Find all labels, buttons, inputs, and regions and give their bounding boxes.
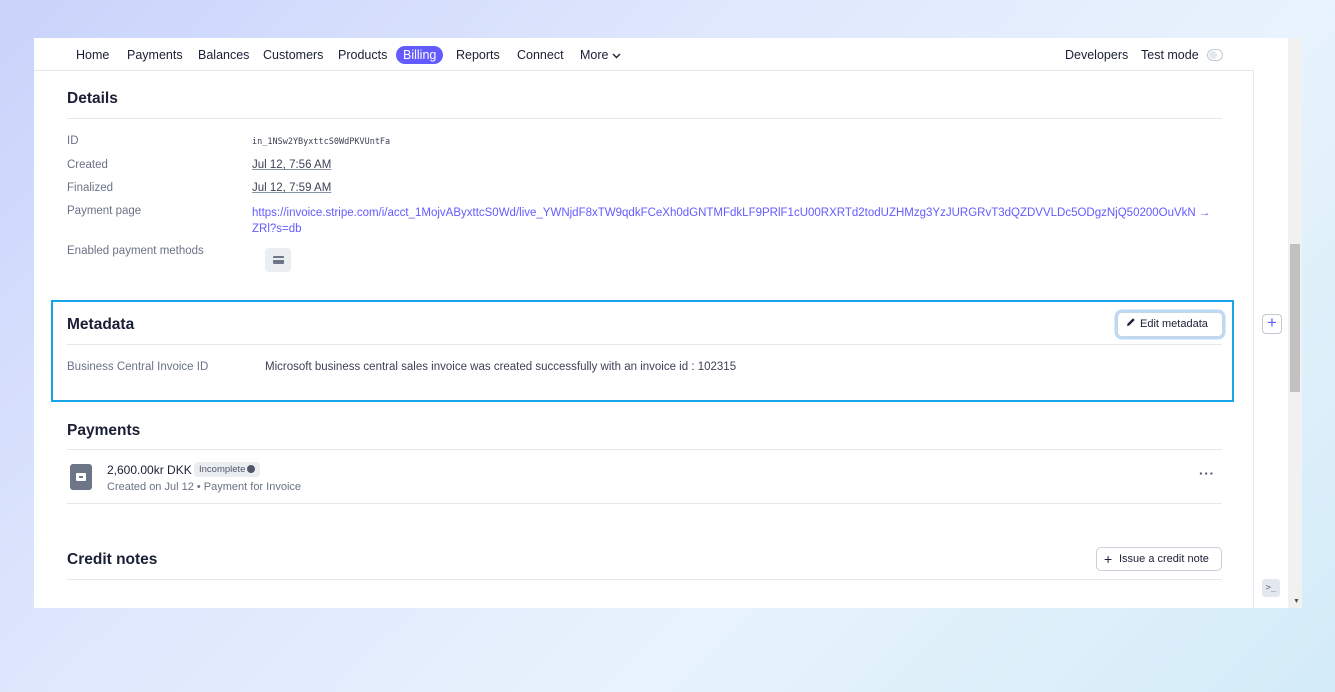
divider xyxy=(67,344,1222,345)
card-icon xyxy=(265,248,291,272)
payment-page-url-cont: ZRl?s=db xyxy=(252,223,302,235)
nav-more-label: More xyxy=(580,48,609,62)
payment-page-label: Payment page xyxy=(67,205,142,217)
nav-customers[interactable]: Customers xyxy=(263,48,323,62)
app-window: Home Payments Balances Customers Product… xyxy=(34,38,1302,608)
metadata-value: Microsoft business central sales invoice… xyxy=(265,361,737,373)
payment-amount[interactable]: 2,600.00kr DKK xyxy=(107,463,192,477)
finalized-label: Finalized xyxy=(67,182,114,194)
metadata-highlight xyxy=(51,300,1234,402)
test-mode-toggle[interactable] xyxy=(1207,49,1223,61)
plus-icon: + xyxy=(1104,551,1113,567)
payment-subtitle: Created on Jul 12 • Payment for Invoice xyxy=(107,481,302,493)
finalized-value[interactable]: Jul 12, 7:59 AM xyxy=(252,182,331,194)
nav-connect[interactable]: Connect xyxy=(517,48,564,62)
metadata-key: Business Central Invoice ID xyxy=(67,361,209,373)
created-label: Created xyxy=(67,159,108,171)
top-navigation: Home Payments Balances Customers Product… xyxy=(34,38,1254,71)
edit-metadata-label: Edit metadata xyxy=(1140,318,1208,330)
nav-developers[interactable]: Developers xyxy=(1065,48,1128,62)
divider xyxy=(67,503,1222,504)
toggle-knob xyxy=(1209,51,1217,59)
id-label: ID xyxy=(67,135,79,147)
payment-methods-label: Enabled payment methods xyxy=(67,245,204,257)
details-title: Details xyxy=(67,90,118,107)
chevron-down-icon xyxy=(612,48,621,62)
nav-balances[interactable]: Balances xyxy=(198,48,249,62)
scroll-down-icon[interactable]: ▼ xyxy=(1293,598,1300,605)
divider xyxy=(67,579,1222,580)
credit-notes-title: Credit notes xyxy=(67,551,158,568)
right-rail-divider xyxy=(1253,71,1254,608)
clock-icon xyxy=(247,465,256,473)
divider xyxy=(67,449,1222,450)
payment-card-icon xyxy=(70,464,92,490)
status-badge-label: Incomplete xyxy=(199,464,246,475)
edit-metadata-button[interactable]: Edit metadata xyxy=(1117,312,1223,337)
payment-page-url: https://invoice.stripe.com/i/acct_1MojvA… xyxy=(252,207,1211,219)
id-value: in_1NSw2YByxttcS0WdPKVUntFa xyxy=(252,137,391,147)
terminal-icon[interactable]: >_ xyxy=(1262,579,1280,597)
scrollbar-thumb[interactable] xyxy=(1290,244,1300,392)
nav-billing[interactable]: Billing xyxy=(396,46,444,64)
nav-more[interactable]: More xyxy=(580,48,621,62)
issue-credit-note-label: Issue a credit note xyxy=(1119,553,1209,565)
nav-reports[interactable]: Reports xyxy=(456,48,500,62)
plus-icon[interactable]: + xyxy=(1262,314,1282,334)
pencil-icon xyxy=(1126,313,1136,336)
created-value[interactable]: Jul 12, 7:56 AM xyxy=(252,159,331,171)
status-badge: Incomplete xyxy=(194,462,261,477)
test-mode-label: Test mode xyxy=(1141,48,1199,62)
more-options-icon[interactable]: ··· xyxy=(1199,466,1215,481)
payments-title: Payments xyxy=(67,422,141,439)
nav-home[interactable]: Home xyxy=(76,48,109,62)
payment-page-link[interactable]: https://invoice.stripe.com/i/acct_1MojvA… xyxy=(252,205,1220,237)
issue-credit-note-button[interactable]: + Issue a credit note xyxy=(1096,547,1222,571)
nav-payments[interactable]: Payments xyxy=(127,48,183,62)
nav-products[interactable]: Products xyxy=(338,48,387,62)
divider xyxy=(67,118,1222,119)
metadata-title: Metadata xyxy=(67,316,135,333)
